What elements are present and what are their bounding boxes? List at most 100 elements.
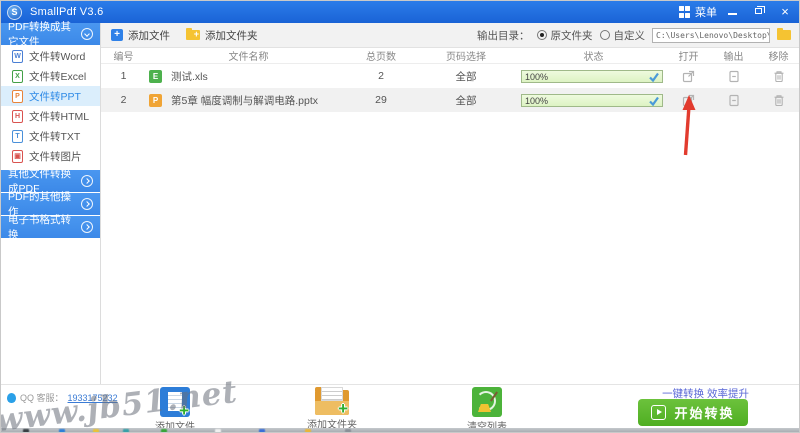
open-output-button[interactable] bbox=[725, 91, 743, 109]
table-row: 1 E 测试.xls 2 全部 100% bbox=[101, 64, 799, 88]
add-folder-big-button[interactable]: + 添加文件夹 bbox=[292, 387, 372, 431]
html-file-icon: H bbox=[12, 109, 23, 123]
open-file-button[interactable] bbox=[680, 67, 698, 85]
progress-value: 100% bbox=[525, 95, 549, 106]
app-logo-icon: S bbox=[7, 4, 22, 20]
red-arrow-annotation bbox=[682, 95, 696, 156]
close-button[interactable]: × bbox=[775, 4, 795, 20]
sidebar-item-label: 文件转TXT bbox=[29, 130, 81, 143]
qq-support: QQ 客服： 1933175232 bbox=[7, 391, 118, 404]
open-output-button[interactable] bbox=[725, 67, 743, 85]
image-file-icon: ▣ bbox=[12, 149, 23, 163]
page-range: 全部 bbox=[455, 94, 477, 107]
taskbar-sliver bbox=[1, 428, 799, 432]
col-pages: 总页数 bbox=[366, 52, 396, 63]
add-file-label: 添加文件 bbox=[128, 29, 170, 42]
total-pages: 29 bbox=[375, 94, 387, 106]
ppt-file-icon: P bbox=[12, 89, 23, 103]
menu-button[interactable]: 菜单 bbox=[678, 4, 717, 20]
radio-custom-label: 自定义 bbox=[613, 29, 646, 42]
sidebar-item-label: 文件转PPT bbox=[29, 90, 81, 103]
footer-bar: QQ 客服： 1933175232 + 添加文件 + 添加文件夹 清空列表 一键… bbox=[1, 384, 799, 432]
sidebar: PDF转换成其它文件 W 文件转Word X 文件转Excel P 文件转PPT… bbox=[1, 21, 101, 384]
radio-custom[interactable] bbox=[599, 30, 610, 40]
add-folder-big-icon: + bbox=[315, 387, 349, 417]
col-status: 状态 bbox=[583, 52, 604, 63]
toolbar: + 添加文件 + 添加文件夹 输出目录： 原文件夹 自定义 C:\Users\L… bbox=[101, 23, 799, 48]
minimize-icon bbox=[728, 13, 737, 15]
row-number: 2 bbox=[120, 94, 127, 106]
file-name: 测试.xls bbox=[171, 70, 208, 83]
restore-icon bbox=[755, 6, 765, 14]
col-open: 打开 bbox=[678, 52, 699, 63]
remove-file-button[interactable] bbox=[770, 67, 788, 85]
chevron-down-icon bbox=[81, 28, 93, 40]
sidebar-item-label: 文件转Word bbox=[29, 50, 86, 63]
sidebar-item-to-html[interactable]: H 文件转HTML bbox=[1, 106, 100, 126]
sidebar-item-label: 文件转图片 bbox=[29, 150, 82, 163]
total-pages: 2 bbox=[378, 70, 384, 82]
txt-file-icon: T bbox=[12, 129, 23, 143]
col-filename: 文件名称 bbox=[228, 52, 269, 63]
minimize-button[interactable] bbox=[723, 4, 743, 20]
main-area: + 添加文件 + 添加文件夹 输出目录： 原文件夹 自定义 C:\Users\L… bbox=[101, 23, 799, 384]
add-folder-icon: + bbox=[186, 28, 200, 40]
add-file-big-button[interactable]: + 添加文件 bbox=[135, 387, 215, 432]
check-icon bbox=[649, 72, 659, 82]
col-page-range: 页码选择 bbox=[446, 52, 486, 63]
qq-number-link[interactable]: 1933175232 bbox=[68, 393, 118, 403]
col-number: 编号 bbox=[113, 52, 134, 63]
radio-original-folder[interactable] bbox=[536, 30, 547, 40]
word-file-icon: W bbox=[12, 49, 23, 63]
output-dir-group: 输出目录： 原文件夹 自定义 C:\Users\Lenovo\Desktop\ bbox=[477, 27, 791, 43]
sidebar-item-label: 文件转HTML bbox=[29, 110, 90, 123]
add-folder-button[interactable]: + 添加文件夹 bbox=[186, 28, 258, 43]
chevron-right-icon bbox=[81, 198, 93, 210]
add-file-big-icon: + bbox=[160, 387, 190, 419]
radio-original-label: 原文件夹 bbox=[550, 29, 593, 42]
restore-button[interactable] bbox=[749, 4, 769, 20]
check-icon bbox=[649, 96, 659, 106]
add-file-button[interactable]: + 添加文件 bbox=[111, 28, 170, 43]
page-range: 全部 bbox=[455, 70, 477, 83]
col-output: 输出 bbox=[723, 52, 744, 63]
remove-file-button[interactable] bbox=[770, 91, 788, 109]
row-number: 1 bbox=[120, 70, 127, 82]
chevron-right-icon bbox=[81, 175, 93, 187]
sidebar-section-ebook[interactable]: 电子书格式转换 bbox=[1, 214, 100, 241]
file-name: 第5章 幅度调制与解调电路.pptx bbox=[171, 94, 319, 107]
progress-bar: 100% bbox=[521, 93, 663, 107]
title-bar: S SmallPdf V3.6 菜单 × bbox=[1, 1, 799, 23]
add-file-icon: + bbox=[111, 29, 123, 41]
chevron-right-icon bbox=[81, 221, 93, 233]
progress-value: 100% bbox=[525, 71, 549, 82]
app-window: S SmallPdf V3.6 菜单 × PDF转换成其它文件 W 文件转Wor… bbox=[0, 0, 800, 433]
output-path-field[interactable]: C:\Users\Lenovo\Desktop\ bbox=[652, 27, 770, 43]
qq-label: QQ 客服： bbox=[20, 393, 64, 403]
qq-icon bbox=[7, 392, 16, 403]
app-title: SmallPdf V3.6 bbox=[30, 6, 104, 18]
sidebar-item-to-txt[interactable]: T 文件转TXT bbox=[1, 126, 100, 146]
start-convert-label: 开始转换 bbox=[674, 406, 735, 421]
menu-label: 菜单 bbox=[695, 7, 717, 19]
browse-folder-icon[interactable] bbox=[777, 28, 791, 40]
section-label: 电子书格式转换 bbox=[8, 214, 71, 241]
start-convert-button[interactable]: 开始转换 bbox=[638, 399, 748, 426]
sidebar-item-to-ppt[interactable]: P 文件转PPT bbox=[1, 86, 100, 106]
excel-type-icon: E bbox=[149, 69, 162, 83]
sidebar-section-pdf-to-other[interactable]: PDF转换成其它文件 bbox=[1, 21, 100, 48]
add-folder-label: 添加文件夹 bbox=[205, 29, 258, 42]
clear-list-button[interactable]: 清空列表 bbox=[447, 387, 527, 432]
sidebar-item-to-word[interactable]: W 文件转Word bbox=[1, 46, 100, 66]
menu-grid-icon bbox=[678, 6, 690, 18]
col-remove: 移除 bbox=[768, 52, 789, 63]
table-header: 编号 文件名称 总页数 页码选择 状态 打开 输出 移除 bbox=[101, 48, 799, 64]
sidebar-item-to-image[interactable]: ▣ 文件转图片 bbox=[1, 146, 100, 166]
sidebar-item-label: 文件转Excel bbox=[29, 70, 87, 83]
play-icon bbox=[651, 405, 667, 420]
clear-list-icon bbox=[472, 387, 502, 417]
sidebar-item-to-excel[interactable]: X 文件转Excel bbox=[1, 66, 100, 86]
progress-bar: 100% bbox=[521, 69, 663, 83]
ppt-type-icon: P bbox=[149, 93, 162, 107]
section-label: PDF转换成其它文件 bbox=[8, 21, 71, 48]
